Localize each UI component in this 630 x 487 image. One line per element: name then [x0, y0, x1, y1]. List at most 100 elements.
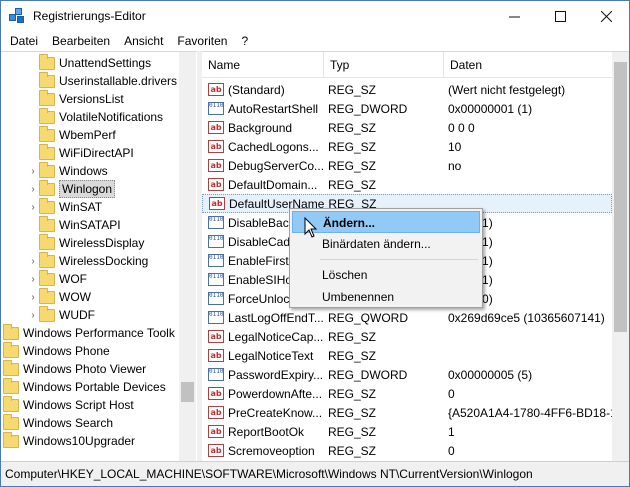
- value-data: 0x00000005 (5): [448, 367, 533, 382]
- table-row[interactable]: ab CachedLogons... REG_SZ 10: [202, 137, 612, 156]
- chevron-right-icon[interactable]: ›: [27, 180, 39, 198]
- chevron-right-icon[interactable]: ›: [27, 252, 39, 270]
- tree-item-label: Windows Script Host: [23, 398, 134, 412]
- value-type: REG_SZ: [328, 443, 377, 458]
- table-row[interactable]: ab Background REG_SZ 0 0 0: [202, 118, 612, 137]
- table-row[interactable]: ab Scremoveoption REG_SZ 0: [202, 441, 612, 460]
- chevron-right-icon[interactable]: ›: [27, 288, 39, 306]
- chevron-right-icon[interactable]: ›: [27, 198, 39, 216]
- reg-sz-icon: ab: [208, 140, 224, 153]
- table-row[interactable]: ab PreCreateKnow... REG_SZ {A520A1A4-1780-4…: [202, 403, 612, 422]
- tree-item[interactable]: Windows Performance Toolk: [3, 323, 175, 342]
- value-name-cell: 0110 PasswordExpiry...: [202, 368, 324, 382]
- table-row[interactable]: 0110 LastLogOffEndT... REG_QWORD 0x269d69ce…: [202, 308, 612, 327]
- tree-item[interactable]: WbemPerf: [27, 125, 116, 144]
- table-row[interactable]: 0110 PasswordExpiry... REG_DWORD 0x00000005…: [202, 365, 612, 384]
- reg-dword-icon: 0110: [208, 235, 224, 248]
- chevron-right-icon[interactable]: ›: [27, 270, 39, 288]
- tree-item[interactable]: VolatileNotifications: [27, 107, 164, 126]
- table-row[interactable]: ab LegalNoticeText REG_SZ: [202, 346, 612, 365]
- tree-item[interactable]: › Windows: [27, 161, 108, 180]
- tree-item[interactable]: › WinSAT: [27, 197, 103, 216]
- reg-dword-icon: 0110: [208, 368, 224, 381]
- value-name-cell: 0110 LastLogOffEndT...: [202, 311, 324, 325]
- minimize-button[interactable]: [491, 1, 537, 31]
- tree-item[interactable]: Windows Photo Viewer: [3, 359, 146, 378]
- table-row[interactable]: ab LegalNoticeCap... REG_SZ: [202, 327, 612, 346]
- menu-favoriten[interactable]: Favoriten: [170, 31, 234, 51]
- tree-item-label: WiFiDirectAPI: [59, 146, 134, 160]
- table-row[interactable]: ab PowerdownAfte... REG_SZ 0: [202, 384, 612, 403]
- tree-item[interactable]: Windows Portable Devices: [3, 377, 166, 396]
- tree-item[interactable]: VersionsList: [27, 89, 124, 108]
- column-header-name[interactable]: Name: [202, 52, 324, 78]
- value-name-cell: ab DefaultDomain...: [202, 178, 324, 192]
- window-title: Registrierungs-Editor: [33, 9, 146, 23]
- tree-item[interactable]: UnattendSettings: [27, 53, 151, 72]
- tree-item-label: VolatileNotifications: [59, 110, 164, 124]
- list-scrollbar[interactable]: [612, 52, 629, 461]
- tree-item[interactable]: › WOF: [27, 269, 87, 288]
- value-name-cell: ab CachedLogons...: [202, 140, 324, 154]
- tree-item[interactable]: WiFiDirectAPI: [27, 143, 134, 162]
- tree-item[interactable]: › WUDF: [27, 305, 95, 324]
- menu-ansicht[interactable]: Ansicht: [117, 31, 170, 51]
- value-data: 0: [448, 443, 455, 458]
- value-type: REG_SZ: [328, 139, 377, 154]
- close-button[interactable]: [583, 1, 629, 31]
- table-row[interactable]: ab DefaultDomain... REG_SZ: [202, 175, 612, 194]
- value-type: REG_SZ: [328, 386, 377, 401]
- table-row[interactable]: ab ReportBootOk REG_SZ 1: [202, 422, 612, 441]
- context-menu-rename[interactable]: Umbenennen: [292, 286, 480, 308]
- reg-sz-icon: ab: [208, 121, 224, 134]
- reg-sz-icon: ab: [208, 349, 224, 362]
- table-row[interactable]: ab DebugServerCo... REG_SZ no: [202, 156, 612, 175]
- tree-item-label: WinSAT: [59, 200, 103, 214]
- value-name-cell: ab ReportBootOk: [202, 425, 324, 439]
- tree-item[interactable]: › WOW: [27, 287, 91, 306]
- menu-datei[interactable]: Datei: [3, 31, 45, 51]
- tree-item[interactable]: Windows Phone: [3, 341, 110, 360]
- chevron-right-icon[interactable]: ›: [27, 162, 39, 180]
- tree-scrollbar[interactable]: [179, 52, 196, 461]
- tree-item[interactable]: WinSATAPI: [27, 215, 121, 234]
- value-data: 0 0 0: [448, 120, 475, 135]
- context-menu-modify-binary[interactable]: Binärdaten ändern...: [292, 233, 480, 255]
- list-scrollbar-thumb[interactable]: [614, 62, 627, 332]
- tree-item-label: Windows Portable Devices: [23, 380, 166, 394]
- title-bar[interactable]: Registrierungs-Editor: [1, 1, 629, 31]
- menu-bearbeiten[interactable]: Bearbeiten: [45, 31, 117, 51]
- table-row[interactable]: ab (Standard) REG_SZ (Wert nicht festgelegt…: [202, 80, 612, 99]
- tree-item[interactable]: Windows Script Host: [3, 395, 134, 414]
- registry-editor-window: Registrierungs-Editor Datei Bearbeiten Ans…: [0, 0, 630, 487]
- column-header-type[interactable]: Typ: [324, 52, 444, 78]
- value-data: 0: [448, 386, 455, 401]
- tree-item[interactable]: Windows10Upgrader: [3, 431, 135, 450]
- folder-icon: [39, 107, 55, 124]
- value-data: 0x269d69ce5 (10365607141): [448, 310, 605, 325]
- tree-item[interactable]: › WirelessDocking: [27, 251, 148, 270]
- folder-icon: [39, 287, 55, 304]
- folder-icon: [39, 269, 55, 286]
- column-header-data[interactable]: Daten: [444, 52, 612, 78]
- maximize-button[interactable]: [537, 1, 583, 31]
- tree-item[interactable]: Windows Search: [3, 413, 113, 432]
- tree-item[interactable]: Userinstallable.drivers: [27, 71, 177, 90]
- folder-icon: [39, 143, 55, 160]
- tree-scrollbar-thumb[interactable]: [181, 382, 194, 402]
- reg-dword-icon: 0110: [208, 254, 224, 267]
- reg-dword-icon: 0110: [208, 292, 224, 305]
- context-menu-modify[interactable]: Ändern...: [292, 211, 480, 233]
- chevron-right-icon[interactable]: ›: [27, 306, 39, 324]
- table-row[interactable]: 0110 AutoRestartShell REG_DWORD 0x00000001 …: [202, 99, 612, 118]
- value-data: (Wert nicht festgelegt): [448, 82, 566, 97]
- tree-item[interactable]: WirelessDisplay: [27, 233, 144, 252]
- context-menu-delete[interactable]: Löschen: [292, 264, 480, 286]
- tree-item[interactable]: › Winlogon: [27, 179, 116, 198]
- folder-icon: [39, 161, 55, 178]
- menu-help[interactable]: ?: [234, 31, 255, 51]
- value-type: REG_QWORD: [328, 310, 409, 325]
- folder-icon: [3, 377, 19, 394]
- key-tree[interactable]: Windows10Upgrader Windows Search Windows S…: [1, 51, 197, 461]
